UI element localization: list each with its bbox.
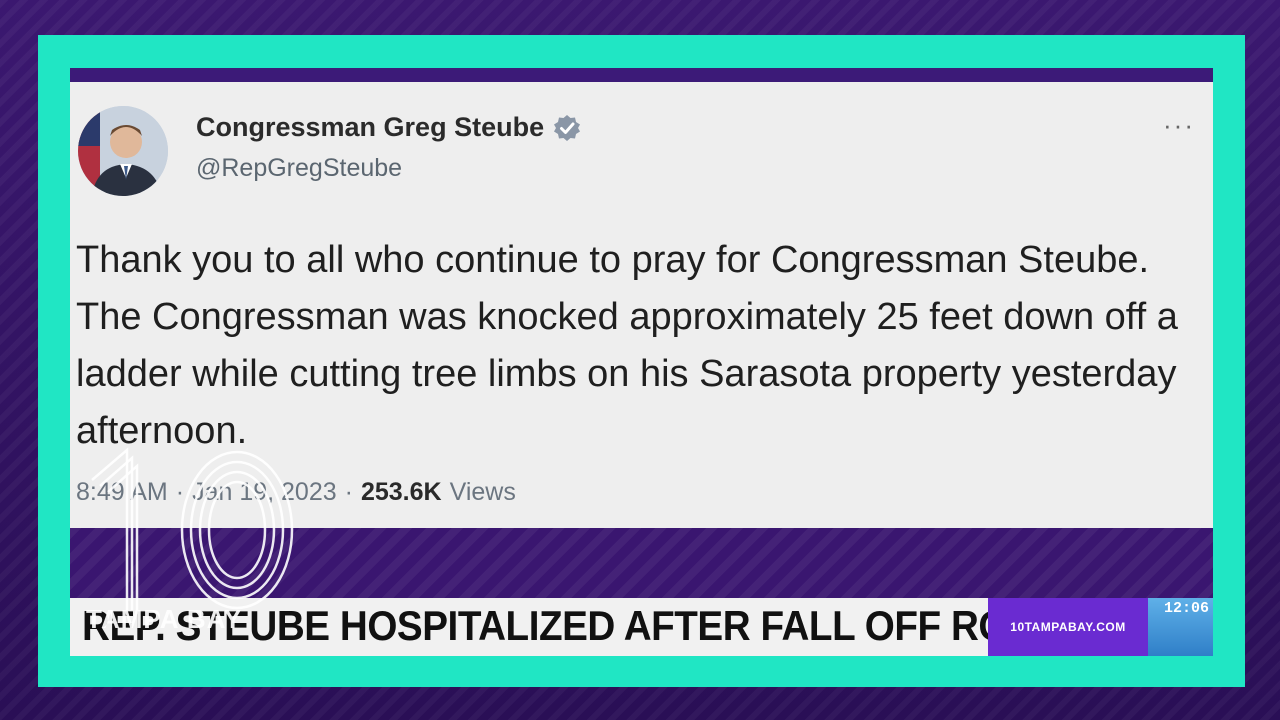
views-label: Views <box>449 478 516 506</box>
avatar <box>78 106 168 196</box>
clock-box: 12:06 <box>1148 598 1213 656</box>
more-options-icon[interactable]: ··· <box>1163 110 1195 141</box>
station-logo-text: TAMPA BAY <box>86 604 243 634</box>
avatar-image <box>78 106 168 196</box>
verified-badge-icon <box>552 113 582 143</box>
author-row: Congressman Greg Steube <box>196 112 582 143</box>
meta-separator: · <box>344 478 353 506</box>
author-handle[interactable]: @RepGregSteube <box>196 154 402 183</box>
site-url: 10TAMPABAY.COM <box>1010 620 1126 634</box>
site-box: 10TAMPABAY.COM <box>988 598 1148 656</box>
author-name[interactable]: Congressman Greg Steube <box>196 112 544 143</box>
views-count: 253.6K <box>360 478 442 506</box>
clock-time: 12:06 <box>1163 600 1209 617</box>
tweet-text: Thank you to all who continue to pray fo… <box>76 239 1178 452</box>
